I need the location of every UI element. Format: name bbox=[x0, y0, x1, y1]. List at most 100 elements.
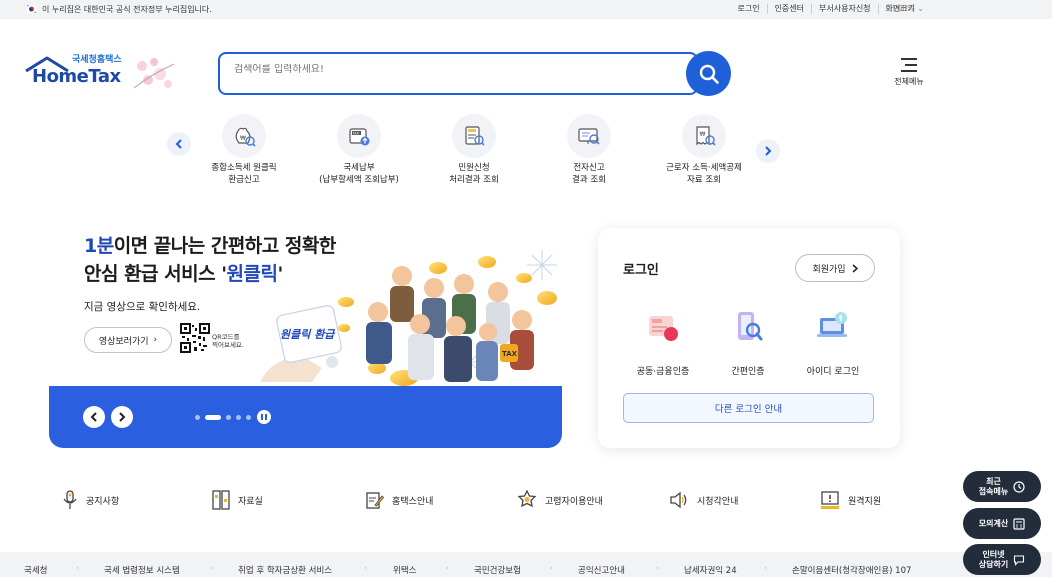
quick-link-label: 시청각안내 bbox=[697, 496, 739, 507]
footer-link[interactable]: 위택스 bbox=[393, 564, 416, 576]
online-consult-label: 상담하기 bbox=[978, 559, 1009, 569]
footer-link[interactable]: 납세자권익 24 bbox=[684, 564, 737, 576]
quick-link-label: 자료실 bbox=[238, 496, 263, 507]
mock-calculation-label: 모의계산 bbox=[978, 518, 1009, 528]
quick-service-label: 처리결과 조회 bbox=[449, 175, 499, 185]
search-icon bbox=[699, 64, 719, 84]
microphone-icon bbox=[63, 490, 77, 509]
people-illustration: TAX bbox=[366, 266, 534, 382]
svg-text:₩: ₩ bbox=[700, 131, 706, 138]
login-card: 로그인 회원가입 공동·금융인증 간편인증 아이디 로그인 다른 로그인 안내 bbox=[598, 228, 900, 448]
mock-calculation-button[interactable]: 모의계산 bbox=[963, 508, 1041, 539]
gov-notice-bar: 이 누리집은 대한민국 공식 전자정부 누리집입니다. 로그인 인증센터 부서사… bbox=[0, 0, 1052, 19]
top-link-cert-center[interactable]: 인증센터 bbox=[766, 4, 811, 14]
all-menu-button[interactable]: 전체메뉴 bbox=[890, 58, 928, 90]
banner-dot[interactable] bbox=[236, 415, 241, 420]
quick-service-prev-button[interactable] bbox=[167, 132, 191, 156]
hero-description: 지금 영상으로 확인하세요. bbox=[84, 301, 201, 313]
other-login-info-button[interactable]: 다른 로그인 안내 bbox=[623, 393, 874, 423]
quick-link-hometax-guide[interactable]: 홈택스안내 bbox=[366, 490, 433, 510]
top-link-login[interactable]: 로그인 bbox=[730, 4, 766, 14]
hamburger-icon bbox=[901, 58, 917, 72]
quick-service-label: (납부할세액 조회납부) bbox=[319, 175, 399, 185]
login-method-label: 아이디 로그인 bbox=[806, 367, 860, 377]
footer-link[interactable]: 취업 후 학자금상환 서비스 bbox=[238, 564, 332, 576]
quick-service-label: 국세납부 bbox=[343, 163, 375, 173]
chat-bubble-icon bbox=[1014, 554, 1025, 566]
all-menu-label: 전체메뉴 bbox=[894, 77, 924, 86]
hero-illustration: TAX bbox=[260, 250, 557, 386]
logo-subtitle: 국세청홈택스 bbox=[72, 55, 122, 65]
certificate-card-icon bbox=[649, 316, 678, 341]
footer-link[interactable]: 국세 법령정보 시스템 bbox=[104, 564, 180, 576]
laptop-id-icon bbox=[817, 312, 847, 337]
online-consult-button[interactable]: 인터넷 상담하기 bbox=[963, 544, 1041, 575]
banner-dot[interactable] bbox=[195, 415, 200, 420]
recent-menu-button[interactable]: 최근 접속메뉴 bbox=[963, 471, 1041, 502]
banner-prev-button[interactable] bbox=[83, 406, 105, 428]
monitor-alert-icon bbox=[821, 491, 839, 509]
qr-instruction-line: 찍어보세요. bbox=[212, 341, 244, 349]
footer-link[interactable]: 공익신고안내 bbox=[578, 564, 625, 576]
quick-link-senior-guide[interactable]: 고령자이용안내 bbox=[517, 490, 603, 510]
quick-service-label: 환급신고 bbox=[228, 175, 260, 185]
document-pen-icon bbox=[366, 492, 384, 509]
quick-link-notice[interactable]: 공지사항 bbox=[62, 490, 119, 510]
quick-link-archive[interactable]: 자료실 bbox=[212, 490, 263, 510]
login-method-label: 공동·금융인증 bbox=[636, 367, 690, 377]
cherry-blossom-icon bbox=[133, 58, 175, 89]
quick-service-tax-payment[interactable]: TAX 국세납부 (납부할세액 조회납부) bbox=[304, 114, 414, 186]
quick-service-next-button[interactable] bbox=[756, 139, 780, 163]
qr-code-icon bbox=[180, 323, 210, 353]
quick-service-label: 전자신고 bbox=[573, 163, 605, 173]
login-certificate[interactable]: 공동·금융인증 bbox=[618, 308, 708, 377]
watch-video-button[interactable]: 영상보러가기 › bbox=[84, 327, 172, 353]
banner-dot[interactable] bbox=[226, 415, 231, 420]
clock-icon bbox=[1013, 480, 1025, 493]
signup-label: 회원가입 bbox=[812, 264, 846, 275]
quick-service-oneclick-refund[interactable]: ₩ 종합소득세 원클릭환급신고 bbox=[189, 114, 299, 186]
watch-video-label: 영상보러가기 bbox=[98, 336, 149, 347]
quick-link-remote-support[interactable]: 원격지원 bbox=[820, 490, 881, 510]
chevron-right-icon: › bbox=[153, 335, 158, 345]
banner-dot[interactable] bbox=[246, 415, 251, 420]
login-id[interactable]: 아이디 로그인 bbox=[788, 308, 878, 377]
login-method-label: 간편인증 bbox=[731, 367, 765, 377]
recent-menu-label: 최근 bbox=[986, 476, 1001, 486]
tax-bag-label: TAX bbox=[502, 350, 518, 358]
search-button[interactable] bbox=[686, 51, 731, 96]
search-input[interactable] bbox=[234, 64, 674, 75]
chevron-right-icon bbox=[119, 412, 126, 422]
phone-in-hand-illustration bbox=[260, 305, 342, 382]
chevron-right-icon bbox=[765, 146, 772, 156]
signup-button[interactable]: 회원가입 bbox=[795, 254, 875, 282]
quick-service-label: 민원신청 bbox=[458, 163, 490, 173]
quick-link-accessibility[interactable]: 시청각안내 bbox=[669, 490, 738, 510]
calculator-icon bbox=[1013, 517, 1025, 530]
chevron-right-icon bbox=[852, 263, 858, 273]
footer-link[interactable]: 국세청 bbox=[24, 564, 47, 576]
quick-service-e-filing-result[interactable]: 전자신고 결과 조회 bbox=[534, 114, 644, 186]
banner-dot-active[interactable] bbox=[205, 415, 221, 420]
banner-next-button[interactable] bbox=[111, 406, 133, 428]
hometax-logo[interactable]: 국세청홈택스 HomeTax bbox=[24, 52, 176, 96]
quick-service-label: 종합소득세 원클릭 bbox=[211, 163, 277, 173]
quick-service-civil-petition[interactable]: 민원신청처리결과 조회 bbox=[419, 114, 529, 186]
chevron-down-icon: ⌄ bbox=[917, 4, 925, 13]
recent-menu-label: 접속메뉴 bbox=[978, 486, 1009, 496]
senior-badge-icon bbox=[517, 490, 537, 508]
phone-search-icon bbox=[738, 312, 763, 341]
footer-link[interactable]: 손말이음센터(청각장애인용) 107 bbox=[792, 564, 911, 576]
footer-link[interactable]: 국민건강보험 bbox=[474, 564, 521, 576]
quick-link-label: 고령자이용안내 bbox=[545, 496, 603, 507]
svg-text:₩: ₩ bbox=[240, 135, 246, 142]
qr-instruction: QR코드를 찍어보세요. bbox=[212, 333, 244, 349]
speaker-icon bbox=[670, 491, 687, 509]
top-link-dept-user[interactable]: 부서사용자신청 bbox=[811, 4, 878, 14]
zoom-select[interactable]: 100% ⌄ bbox=[892, 4, 924, 13]
banner-pagination bbox=[195, 415, 251, 420]
refund-search-icon: ₩ bbox=[222, 114, 266, 158]
quick-service-worker-deduction[interactable]: ₩ 근로자 소득·세액공제 자료 조회 bbox=[649, 114, 759, 186]
login-simple-auth[interactable]: 간편인증 bbox=[703, 308, 793, 377]
banner-pause-button[interactable] bbox=[257, 410, 271, 424]
